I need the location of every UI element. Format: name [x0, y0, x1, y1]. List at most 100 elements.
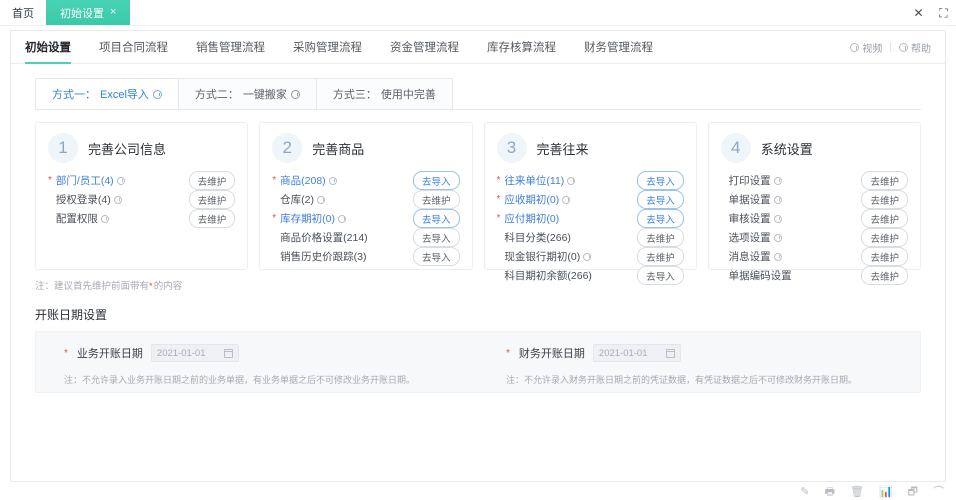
card-title: 完善往来 [536, 141, 589, 157]
go-maintain-button[interactable]: 去维护 [188, 209, 236, 228]
go-maintain-button[interactable]: 去维护 [861, 266, 908, 285]
method-tab-one-click-move[interactable]: 方式二： 一键搬家 [177, 78, 317, 109]
close-icon[interactable]: × [110, 7, 116, 18]
go-maintain-button[interactable]: 去维护 [188, 171, 236, 190]
business-date-input[interactable]: 2021-01-01 [150, 344, 239, 362]
card-row: *单据设置去维护 [721, 190, 908, 209]
tab-zijin-guanli[interactable]: 资金管理流程 [390, 31, 459, 64]
go-maintain-button[interactable]: 去维护 [637, 228, 684, 247]
window-tab-strip: 首页 初始设置 × ✕ ⛶ [0, 0, 956, 26]
question-circle-icon[interactable] [317, 195, 325, 204]
go-maintain-button[interactable]: 去维护 [861, 190, 908, 209]
tab-caiwu-guanli[interactable]: 财务管理流程 [584, 31, 653, 64]
card-row: * 应收期初(0) 去导入 [497, 190, 684, 209]
method-tab-improve-in-use[interactable]: 方式三： 使用中完善 [315, 78, 453, 109]
card-row-label: 现金银行期初(0) [504, 251, 581, 263]
go-maintain-button[interactable]: 去维护 [188, 190, 236, 209]
question-circle-icon[interactable] [583, 252, 592, 261]
finance-date-value: 2021-01-01 [598, 347, 648, 359]
card-row-label-wrap: *审核设置 [721, 211, 862, 226]
go-import-button[interactable]: 去导入 [412, 247, 460, 266]
go-import-button[interactable]: 去导入 [412, 209, 460, 228]
trash-icon[interactable]: 🗑 [850, 487, 864, 498]
go-maintain-button[interactable]: 去维护 [861, 228, 908, 247]
go-import-button[interactable]: 去导入 [412, 228, 460, 247]
help-button[interactable]: 帮助 [899, 40, 931, 55]
card-row: *审核设置去维护 [721, 209, 908, 228]
question-circle-icon[interactable] [113, 195, 122, 204]
window-close-icon[interactable]: ✕ [912, 6, 925, 19]
tab-xiaoshou-guanli[interactable]: 销售管理流程 [196, 31, 265, 64]
finance-date-input[interactable]: 2021-01-01 [592, 344, 681, 362]
go-import-button[interactable]: 去导入 [637, 171, 684, 190]
tab-home-label: 首页 [12, 7, 34, 20]
required-star: * [272, 175, 277, 186]
setup-cards: 1完善公司信息*部门/员工(4)去维护*授权登录(4)去维护*配置权限去维护2完… [35, 122, 921, 285]
question-circle-icon[interactable] [567, 176, 576, 185]
card-row-label-wrap: *打印设置 [721, 173, 862, 188]
go-maintain-button[interactable]: 去维护 [861, 171, 908, 190]
question-circle-icon[interactable] [773, 233, 782, 242]
card-row-label[interactable]: 部门/员工(4) [56, 173, 114, 188]
tab-home[interactable]: 首页 [0, 0, 46, 25]
setup-card: 3完善往来*往来单位(11)去导入*应收期初(0)去导入*应付期初(0)去导入*… [483, 122, 697, 285]
edit-icon[interactable]: ✎ [800, 487, 809, 498]
question-circle-icon[interactable] [116, 176, 125, 185]
card-row-label-wrap: *单据编码设置 [721, 268, 862, 283]
card-row-label[interactable]: 商品(208) [280, 173, 326, 188]
tab-label: 库存核算流程 [487, 42, 556, 54]
method-tab-excel-import[interactable]: 方式一： Excel导入 [35, 78, 179, 109]
question-circle-icon[interactable] [100, 214, 109, 223]
tab-kucun-hesuan[interactable]: 库存核算流程 [487, 31, 556, 64]
card-row-label[interactable]: 应收期初(0) [504, 192, 559, 207]
tab-xiangmu-hetong[interactable]: 项目合同流程 [99, 31, 168, 64]
window-maximize-icon[interactable]: ⛶ [937, 6, 950, 19]
setup-card: 2完善商品*商品(208)去导入*仓库(2)去维护*库存期初(0)去导入*商品价… [259, 122, 473, 270]
card-row-label-wrap: *现金银行期初(0) [497, 249, 638, 264]
video-button[interactable]: 视频 [850, 40, 882, 55]
card-row-label: 单据设置 [728, 194, 771, 206]
go-maintain-button[interactable]: 去维护 [412, 190, 460, 209]
go-maintain-button[interactable]: 去维护 [861, 209, 908, 228]
chart-icon[interactable]: 📊 [879, 487, 893, 498]
window-icon[interactable]: 🗗 [908, 487, 918, 498]
card-step-number: 3 [496, 133, 527, 163]
required-star: * [272, 213, 277, 224]
question-circle-icon[interactable] [328, 176, 337, 185]
question-circle-icon[interactable] [562, 195, 571, 204]
divider: | [889, 41, 892, 53]
headset-icon[interactable]: ⌒ [933, 487, 944, 498]
go-import-button[interactable]: 去导入 [412, 171, 460, 190]
calendar-icon[interactable] [665, 349, 675, 358]
question-circle-icon[interactable] [290, 89, 300, 99]
question-circle-icon[interactable] [773, 176, 782, 185]
question-circle-icon[interactable] [152, 89, 162, 99]
printer-icon[interactable]: 🖶 [825, 487, 835, 498]
nav-right-actions: 视频 | 帮助 [850, 31, 931, 63]
tab-chushi-shezhi[interactable]: 初始设置 [25, 31, 71, 64]
go-import-button[interactable]: 去导入 [637, 209, 684, 228]
card-row-label-wrap: * 商品(208) [272, 173, 413, 188]
question-circle-icon[interactable] [773, 195, 782, 204]
go-maintain-button[interactable]: 去维护 [637, 247, 684, 266]
card-row-label[interactable]: 应付期初(0) [504, 211, 559, 226]
go-maintain-button[interactable]: 去维护 [861, 247, 908, 266]
card-row-label-wrap: * 往来单位(11) [497, 173, 638, 188]
go-import-button[interactable]: 去导入 [637, 190, 684, 209]
tab-initial-settings[interactable]: 初始设置 × [46, 0, 131, 25]
question-circle-icon[interactable] [773, 214, 782, 223]
question-circle-icon[interactable] [338, 214, 346, 223]
card-row-label: 打印设置 [728, 175, 771, 187]
card-row: *打印设置去维护 [721, 171, 908, 190]
tab-caigou-guanli[interactable]: 采购管理流程 [293, 31, 362, 64]
card-row-label[interactable]: 往来单位(11) [504, 173, 564, 188]
question-circle-icon[interactable] [773, 252, 782, 261]
card-row-label: 消息设置 [728, 251, 771, 263]
tab-label: 销售管理流程 [196, 42, 265, 54]
calendar-icon[interactable] [223, 349, 233, 358]
card-row-label: 单据编码设置 [728, 270, 792, 282]
card-row-label[interactable]: 库存期初(0) [280, 211, 335, 226]
card-row-label: 科目分类(266) [504, 232, 571, 244]
go-import-button[interactable]: 去导入 [637, 266, 684, 285]
card-row-label-wrap: *销售历史价跟踪(3) [272, 249, 413, 264]
